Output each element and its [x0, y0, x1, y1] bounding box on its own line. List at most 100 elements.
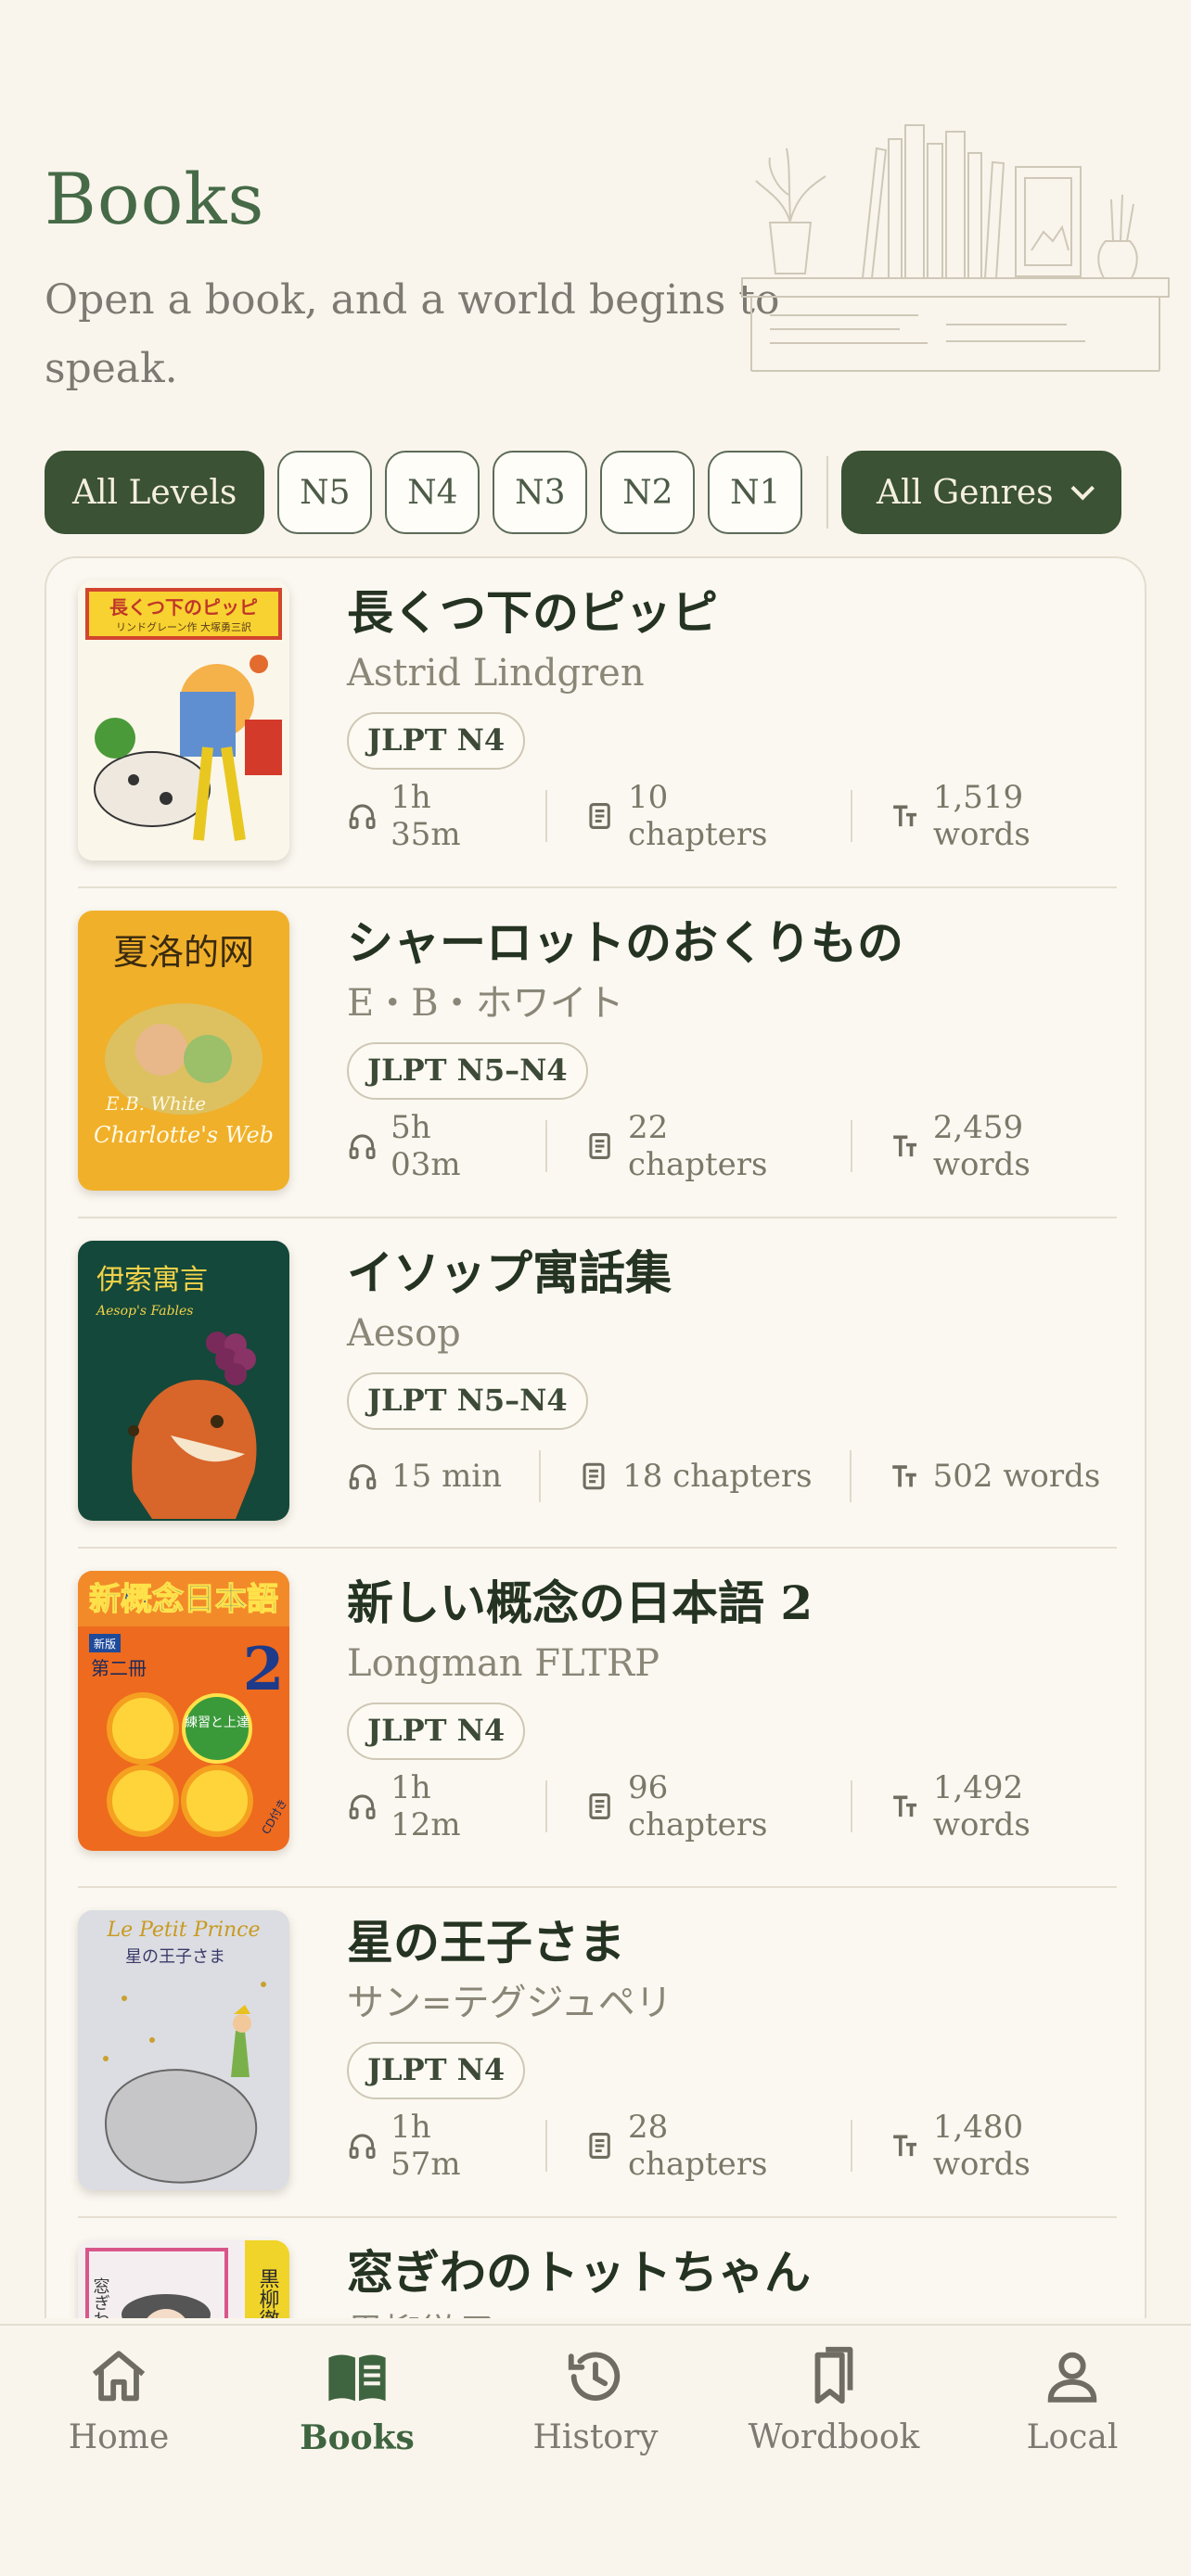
- book-author: Astrid Lindgren: [347, 652, 645, 695]
- book-duration: 1h 57m: [391, 2109, 461, 2183]
- book-author: E・B・ホワイト: [347, 982, 624, 1025]
- book-cover: 新概念日本語 新版 第二冊 2 練習と上達 CD付き: [78, 1571, 289, 1851]
- level-filter-n1[interactable]: N1: [708, 451, 803, 534]
- book-title: 新しい概念の日本語 2: [347, 1575, 813, 1630]
- bottom-tab-bar: Home Books History Wordbook Local: [0, 2324, 1191, 2576]
- cover-volume: 第二冊: [91, 1657, 147, 1679]
- tab-wordbook[interactable]: Wordbook: [715, 2344, 953, 2456]
- book-chapters: 18 chapters: [622, 1458, 813, 1495]
- book-cover: 夏洛的网 E.B. White Charlotte's Web: [78, 911, 289, 1191]
- book-title: シャーロットのおくりもの: [347, 915, 903, 970]
- book-author: Longman FLTRP: [347, 1642, 660, 1685]
- book-words: 2,459 words: [932, 1109, 1031, 1183]
- bookshelf-illustration: [741, 124, 1170, 372]
- book-item[interactable]: 伊索寓言 Aesop's Fables イソップ寓話集 Aesop JLPT N…: [78, 1218, 1117, 1549]
- book-meta: 5h 03m 22 chapters 2,459 words: [347, 1109, 1126, 1183]
- cover-author: E.B. White: [105, 1092, 206, 1115]
- document-icon: [589, 1793, 610, 1819]
- book-author: サン=テグジュペリ: [347, 1982, 672, 2024]
- book-chapters: 10 chapters: [628, 779, 768, 853]
- headphones-icon: [349, 804, 376, 829]
- document-icon: [589, 803, 610, 829]
- headphones-icon: [349, 1134, 376, 1159]
- bookmarks-icon: [814, 2346, 853, 2404]
- document-icon: [589, 1133, 610, 1159]
- tab-label: Local: [1026, 2418, 1119, 2456]
- cover-title: 窓ぎわのトットちゃん: [91, 2277, 110, 2318]
- book-open-icon: [328, 2354, 386, 2402]
- book-chapters: 28 chapters: [628, 2109, 768, 2183]
- book-item[interactable]: 夏洛的网 E.B. White Charlotte's Web シャーロットのお…: [78, 888, 1117, 1218]
- genre-dropdown[interactable]: All Genres: [841, 451, 1122, 534]
- book-meta: 1h 57m 28 chapters 1,480 words: [347, 2109, 1126, 2183]
- level-badge: JLPT N4: [347, 712, 526, 770]
- book-words: 1,519 words: [932, 779, 1031, 853]
- cover-title: 長くつ下のピッピ: [109, 596, 258, 618]
- home-icon: [92, 2351, 146, 2402]
- book-title: 窓ぎわのトットちゃん: [347, 2245, 811, 2300]
- level-badge: JLPT N4: [347, 2042, 526, 2099]
- text-size-icon: [892, 1795, 916, 1817]
- cover-subtitle: Charlotte's Web: [94, 1122, 274, 1148]
- book-chapters: 96 chapters: [628, 1769, 768, 1843]
- cover-author: 黒柳徹子: [256, 2268, 280, 2318]
- document-icon: [583, 1462, 605, 1490]
- book-item[interactable]: 窓ぎわのトットちゃん 黒柳徹子 窓ぎわのトットちゃん 黒柳徹子: [78, 2218, 1117, 2318]
- book-chapters: 22 chapters: [628, 1109, 768, 1183]
- level-badge: JLPT N4: [347, 1702, 526, 1760]
- text-size-icon: [892, 1135, 916, 1157]
- cover-subtitle: リンドグレーン作 大塚勇三訳: [116, 620, 251, 633]
- text-size-icon: [891, 1465, 916, 1487]
- cover-title: Le Petit Prince: [106, 1919, 260, 1942]
- headphones-icon: [349, 2134, 376, 2159]
- book-cover: 窓ぎわのトットちゃん 黒柳徹子: [78, 2240, 289, 2318]
- chevron-down-icon: [1070, 477, 1095, 501]
- book-meta: 15 min 18 chapters 502 words: [347, 1450, 1126, 1502]
- filter-bar: All Levels N5 N4 N3 N2 N1 All Genres: [45, 451, 1134, 534]
- book-item[interactable]: Le Petit Prince 星の王子さま 星の王子さま サン=テグジュペリ …: [78, 1888, 1117, 2218]
- book-duration: 15 min: [391, 1458, 503, 1495]
- level-filter-n5[interactable]: N5: [277, 451, 373, 534]
- cover-badge: 練習と上達: [185, 1715, 250, 1730]
- headphones-icon: [349, 1464, 377, 1490]
- book-words: 502 words: [932, 1458, 1101, 1495]
- book-duration: 1h 35m: [391, 779, 461, 853]
- level-filter-n3[interactable]: N3: [493, 451, 588, 534]
- level-filter-n4[interactable]: N4: [385, 451, 480, 534]
- tab-label: Home: [68, 2418, 170, 2456]
- tab-label: Books: [300, 2418, 415, 2457]
- book-cover: 伊索寓言 Aesop's Fables: [78, 1241, 289, 1521]
- cover-title: 夏洛的网: [113, 932, 254, 973]
- book-title: 星の王子さま: [347, 1915, 625, 1970]
- book-duration: 1h 12m: [391, 1769, 461, 1843]
- tab-books[interactable]: Books: [238, 2344, 476, 2457]
- book-item[interactable]: 新概念日本語 新版 第二冊 2 練習と上達 CD付き 新しい概念の日本語 2 L…: [78, 1549, 1117, 1888]
- tab-home[interactable]: Home: [0, 2344, 237, 2456]
- level-badge: JLPT N5–N4: [347, 1372, 588, 1430]
- tab-history[interactable]: History: [477, 2344, 714, 2456]
- book-title: 長くつ下のピッピ: [347, 585, 718, 640]
- headphones-icon: [349, 1794, 376, 1819]
- genre-dropdown-label: All Genres: [876, 473, 1054, 512]
- book-author: Aesop: [347, 1312, 461, 1355]
- book-item[interactable]: 長くつ下のピッピ リンドグレーン作 大塚勇三訳 長くつ下のピッピ Astrid …: [78, 558, 1117, 888]
- cover-title: 伊索寓言: [96, 1264, 208, 1296]
- person-icon: [1047, 2352, 1097, 2403]
- text-size-icon: [892, 2135, 916, 2157]
- tab-label: History: [532, 2418, 659, 2456]
- book-cover: 長くつ下のピッピ リンドグレーン作 大塚勇三訳: [78, 580, 289, 861]
- tab-local[interactable]: Local: [954, 2344, 1191, 2456]
- page-subtitle: Open a book, and a world begins to speak…: [45, 276, 780, 392]
- text-size-icon: [892, 805, 916, 827]
- book-duration: 5h 03m: [391, 1109, 461, 1183]
- book-title: イソップ寓話集: [347, 1245, 672, 1300]
- book-author: 黒柳徹子: [347, 2305, 1126, 2318]
- book-list: 長くつ下のピッピ リンドグレーン作 大塚勇三訳 長くつ下のピッピ Astrid …: [45, 556, 1146, 2318]
- filter-divider: [826, 456, 829, 529]
- level-filter-n2[interactable]: N2: [600, 451, 696, 534]
- level-filter-all[interactable]: All Levels: [45, 451, 265, 534]
- cover-subtitle: 星の王子さま: [125, 1947, 225, 1967]
- book-words: 1,480 words: [932, 2109, 1031, 2183]
- level-badge: JLPT N5–N4: [347, 1042, 588, 1100]
- tab-label: Wordbook: [748, 2418, 920, 2456]
